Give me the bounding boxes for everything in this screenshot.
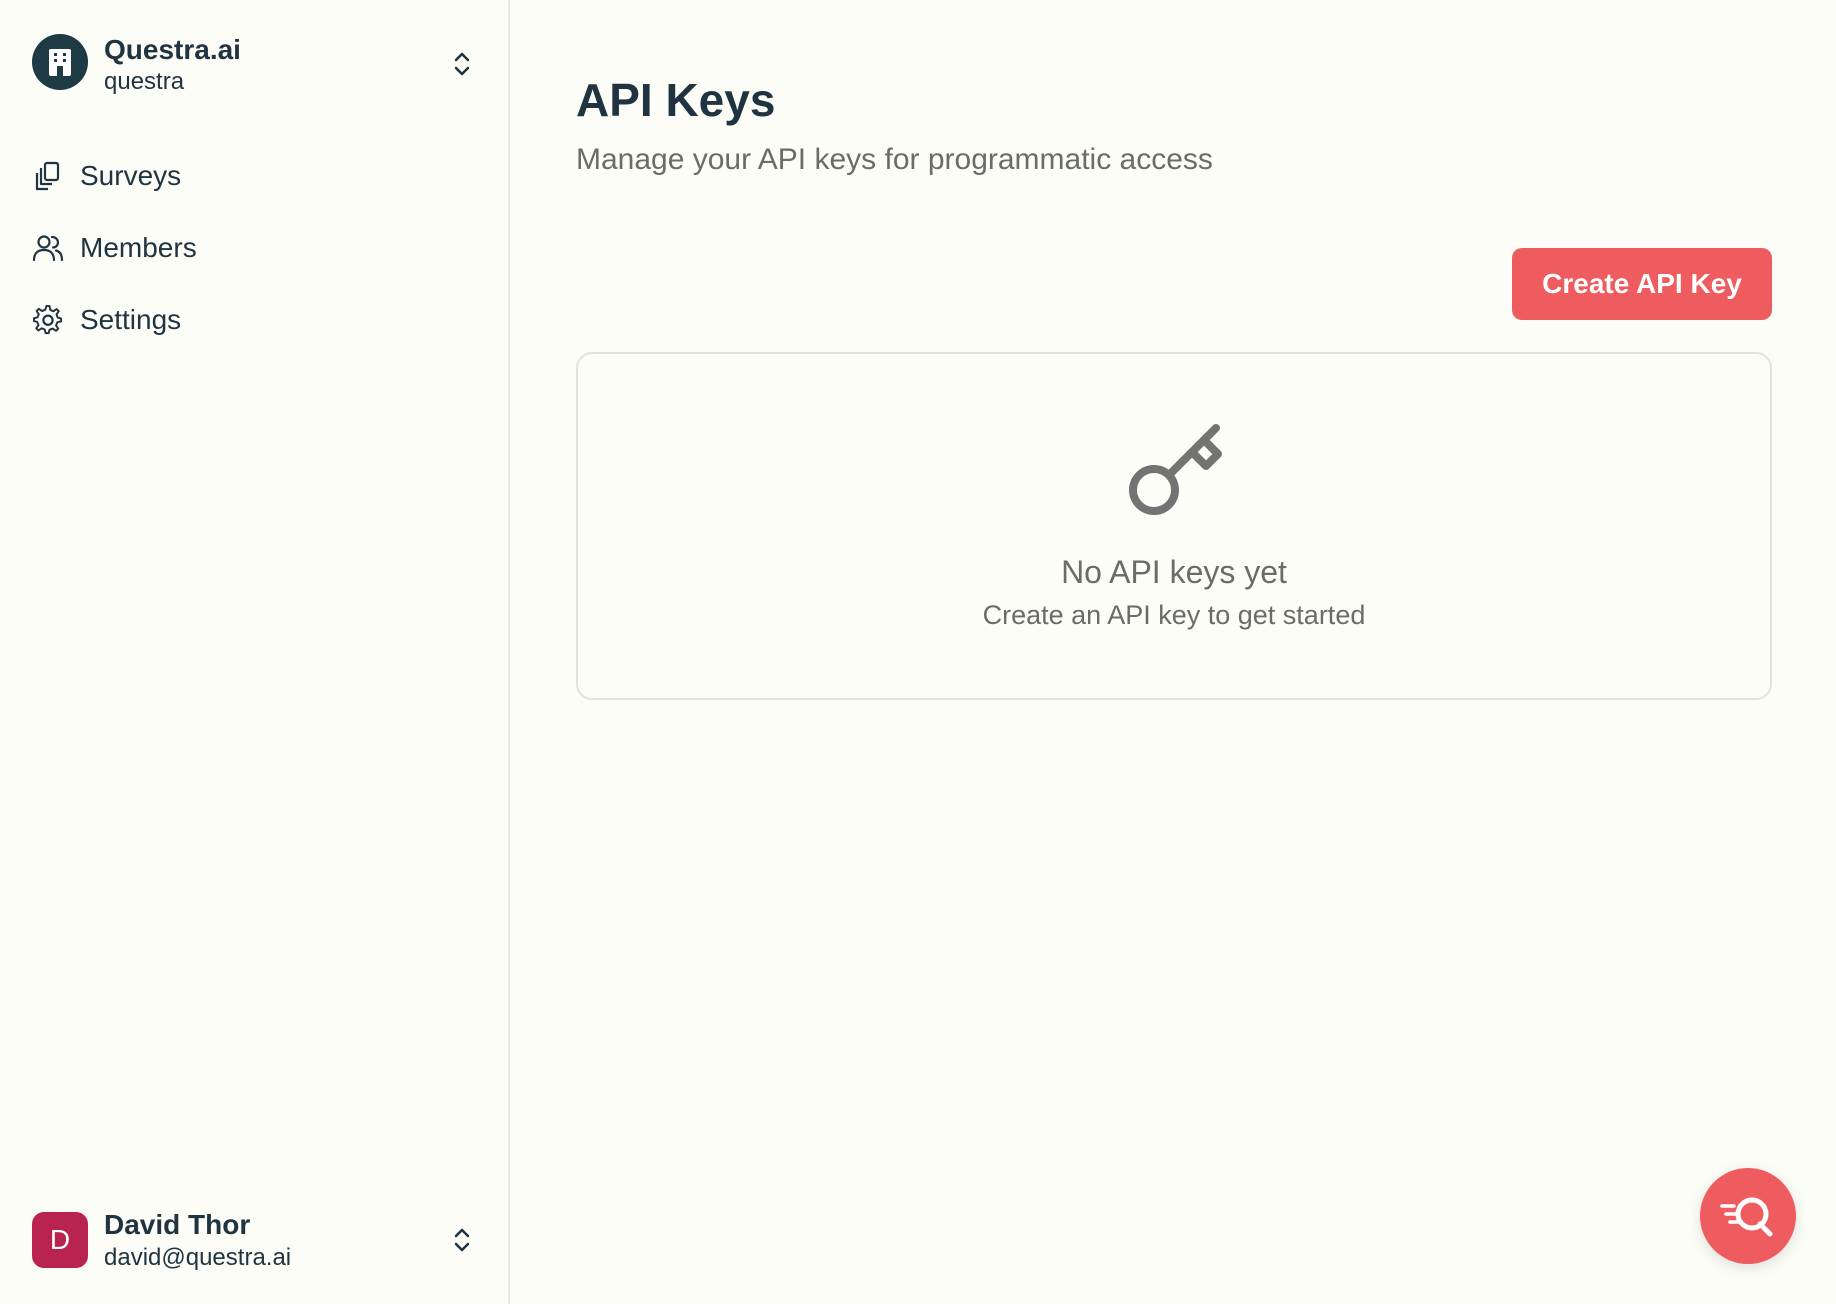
key-icon	[1129, 424, 1222, 515]
org-switcher[interactable]: Questra.ai questra	[32, 34, 482, 96]
user-switcher[interactable]: D David Thor david@questra.ai	[32, 1208, 482, 1271]
documents-icon	[32, 160, 64, 192]
page-title: API Keys	[576, 74, 776, 126]
app-root: Questra.ai questra Surveys Members Setti…	[0, 0, 1836, 1304]
org-avatar	[32, 34, 88, 90]
create-api-key-button[interactable]: Create API Key	[1512, 248, 1772, 320]
empty-state-card: No API keys yet Create an API key to get…	[576, 352, 1772, 700]
building-icon	[49, 49, 71, 76]
sidebar-item-label: Settings	[80, 304, 182, 335]
user-name: David Thor	[104, 1209, 251, 1240]
users-icon	[32, 232, 64, 264]
sidebar-item-settings[interactable]: Settings	[32, 300, 472, 340]
sidebar-item-surveys[interactable]: Surveys	[32, 156, 472, 196]
main-content: API Keys Manage your API keys for progra…	[510, 0, 1836, 1304]
chat-widget-button[interactable]	[1700, 1168, 1796, 1264]
gear-icon	[32, 304, 64, 336]
sidebar: Questra.ai questra Surveys Members Setti…	[0, 0, 510, 1304]
org-slug: questra	[104, 68, 185, 95]
avatar: D	[32, 1212, 88, 1268]
sidebar-item-members[interactable]: Members	[32, 228, 472, 268]
sidebar-nav: Surveys Members Settings	[32, 156, 472, 372]
empty-state-title: No API keys yet	[1061, 554, 1287, 590]
org-name: Questra.ai	[104, 34, 241, 65]
user-email: david@questra.ai	[104, 1244, 292, 1271]
sidebar-item-label: Members	[80, 232, 197, 263]
sidebar-item-label: Surveys	[80, 160, 182, 191]
chat-search-icon	[1720, 1197, 1773, 1237]
page-subtitle: Manage your API keys for programmatic ac…	[576, 143, 1213, 176]
chevron-up-down-icon	[454, 1228, 470, 1252]
empty-state-description: Create an API key to get started	[982, 600, 1366, 630]
chevron-up-down-icon	[454, 52, 470, 76]
